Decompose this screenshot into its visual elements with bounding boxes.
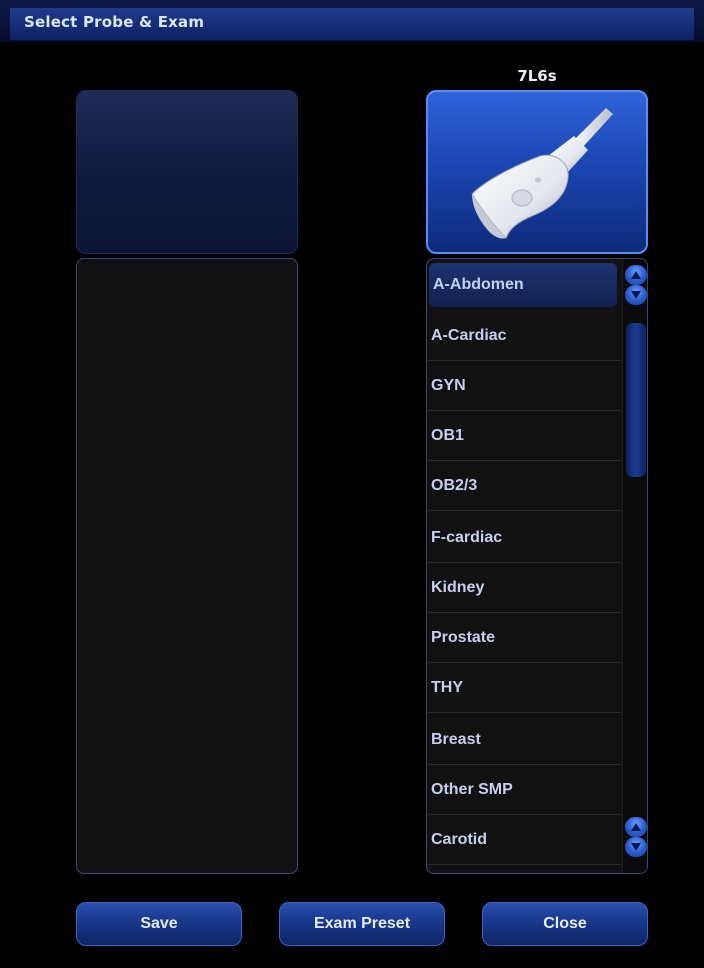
arrow-down-icon bbox=[631, 291, 641, 299]
scroll-up-bottom-button[interactable] bbox=[625, 817, 647, 837]
probe-slot-active[interactable] bbox=[426, 90, 648, 254]
save-button[interactable]: Save bbox=[76, 902, 242, 946]
window-title: Select Probe & Exam bbox=[24, 13, 205, 31]
exam-preset-button[interactable]: Exam Preset bbox=[279, 902, 445, 946]
exam-item-kidney[interactable]: Kidney bbox=[427, 563, 621, 613]
exam-item-gyn[interactable]: GYN bbox=[427, 361, 621, 411]
exam-list-items: A-Abdomen A-Cardiac GYN OB1 OB2/3 F-card… bbox=[427, 259, 621, 873]
scrollbar-thumb[interactable] bbox=[626, 323, 646, 477]
scroll-up-top-button[interactable] bbox=[625, 265, 647, 285]
select-probe-exam-window: Select Probe & Exam 7L6s A-Abdomen A-Car… bbox=[0, 0, 704, 968]
exam-item-breast[interactable]: Breast bbox=[427, 715, 621, 765]
probe-name-label: 7L6s bbox=[517, 67, 557, 85]
arrow-down-icon bbox=[631, 843, 641, 851]
scroll-down-bottom-button[interactable] bbox=[625, 837, 647, 857]
arrow-up-icon bbox=[631, 271, 641, 279]
exam-item-carotid[interactable]: Carotid bbox=[427, 815, 621, 865]
scroll-down-top-button[interactable] bbox=[625, 285, 647, 305]
exam-item-ob2-3[interactable]: OB2/3 bbox=[427, 461, 621, 511]
linear-probe-icon bbox=[471, 108, 613, 239]
probe-slot-empty[interactable] bbox=[76, 90, 298, 254]
exam-list-empty[interactable] bbox=[76, 258, 298, 874]
exam-list-scrollbar[interactable] bbox=[622, 259, 647, 873]
exam-item-a-abdomen[interactable]: A-Abdomen bbox=[429, 263, 617, 307]
exam-item-a-cardiac[interactable]: A-Cardiac bbox=[427, 311, 621, 361]
exam-item-other-smp[interactable]: Other SMP bbox=[427, 765, 621, 815]
close-button[interactable]: Close bbox=[482, 902, 648, 946]
exam-item-ob1[interactable]: OB1 bbox=[427, 411, 621, 461]
arrow-up-icon bbox=[631, 823, 641, 831]
exam-item-thy[interactable]: THY bbox=[427, 663, 621, 713]
exam-list[interactable]: A-Abdomen A-Cardiac GYN OB1 OB2/3 F-card… bbox=[426, 258, 648, 874]
exam-item-f-cardiac[interactable]: F-cardiac bbox=[427, 513, 621, 563]
exam-item-prostate[interactable]: Prostate bbox=[427, 613, 621, 663]
